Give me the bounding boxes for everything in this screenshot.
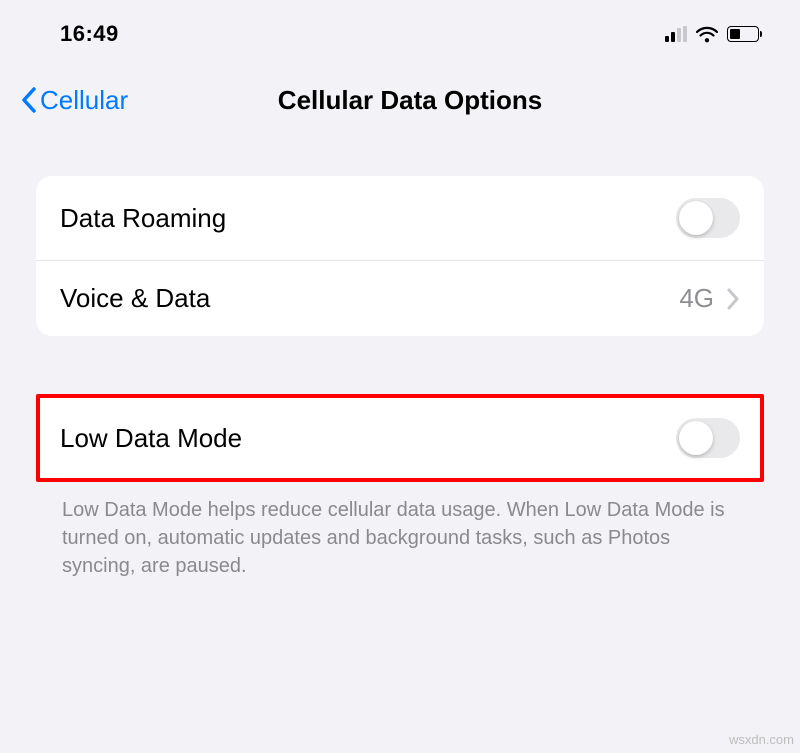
watermark: wsxdn.com xyxy=(729,732,794,747)
row-data-roaming[interactable]: Data Roaming xyxy=(36,176,764,260)
row-label: Low Data Mode xyxy=(60,423,242,454)
settings-group-2: Low Data Mode xyxy=(40,398,760,478)
back-label: Cellular xyxy=(40,85,128,116)
status-icons xyxy=(665,25,762,43)
status-time: 16:49 xyxy=(60,21,119,47)
highlighted-frame: Low Data Mode xyxy=(36,394,764,482)
chevron-left-icon xyxy=(20,86,38,114)
page-title: Cellular Data Options xyxy=(40,85,780,116)
nav-header: Cellular Cellular Data Options xyxy=(0,54,800,126)
row-voice-data[interactable]: Voice & Data 4G xyxy=(36,260,764,336)
data-roaming-toggle[interactable] xyxy=(676,198,740,238)
battery-icon xyxy=(727,26,762,42)
toggle-knob xyxy=(679,421,713,455)
wifi-icon xyxy=(695,25,719,43)
low-data-mode-toggle[interactable] xyxy=(676,418,740,458)
row-low-data-mode[interactable]: Low Data Mode xyxy=(40,398,760,478)
row-label: Voice & Data xyxy=(60,283,210,314)
back-button[interactable]: Cellular xyxy=(20,85,128,116)
settings-group-1: Data Roaming Voice & Data 4G xyxy=(36,176,764,336)
chevron-right-icon xyxy=(726,288,740,310)
row-label: Data Roaming xyxy=(60,203,226,234)
status-bar: 16:49 xyxy=(0,0,800,54)
row-value: 4G xyxy=(679,283,714,314)
footer-text: Low Data Mode helps reduce cellular data… xyxy=(36,482,764,580)
content: Data Roaming Voice & Data 4G Low Data Mo… xyxy=(0,126,800,580)
cellular-signal-icon xyxy=(665,26,687,42)
toggle-knob xyxy=(679,201,713,235)
